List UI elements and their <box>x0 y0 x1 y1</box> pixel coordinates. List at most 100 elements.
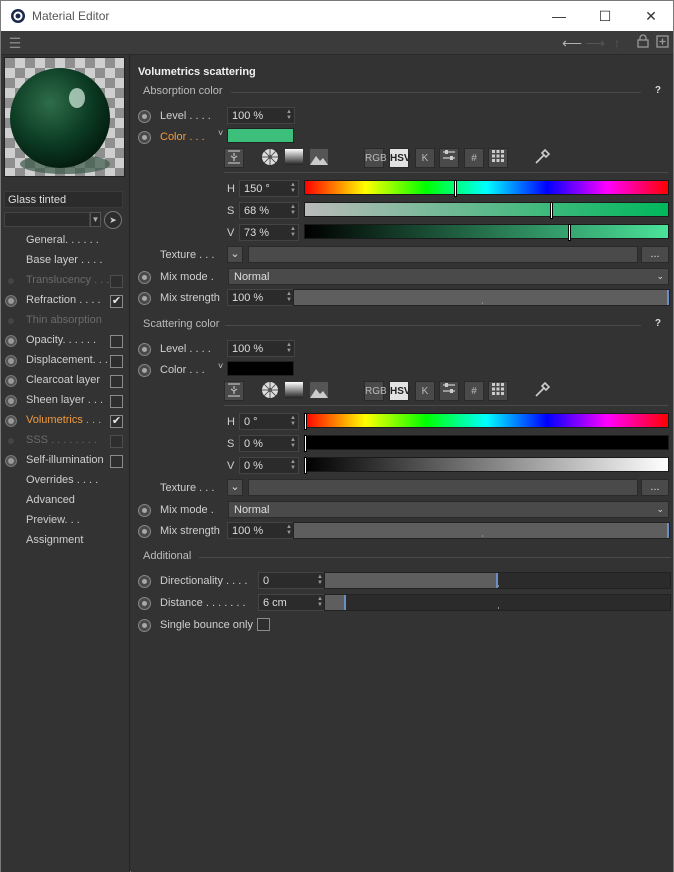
mix-mode-dropdown[interactable]: Normal ⌄ <box>228 501 669 518</box>
texture-field[interactable] <box>248 479 638 496</box>
sidebar-item[interactable]: Opacity. . . . . . <box>1 331 129 351</box>
slider-handle[interactable] <box>667 523 669 538</box>
animate-radio[interactable] <box>138 364 151 377</box>
animate-radio[interactable] <box>138 131 151 144</box>
channel-radio[interactable] <box>5 355 17 367</box>
sidebar-item[interactable]: SSS . . . . . . . . <box>1 431 129 451</box>
chevron-down-icon[interactable]: ▼ <box>90 212 101 227</box>
color-swatch[interactable] <box>227 361 294 376</box>
image-icon[interactable] <box>309 381 329 401</box>
channel-checkbox[interactable] <box>110 375 123 388</box>
close-button[interactable]: ✕ <box>628 1 674 31</box>
distance-slider[interactable] <box>324 594 671 611</box>
hex-mode-icon[interactable]: # <box>464 148 484 168</box>
channel-checkbox[interactable]: ✔ <box>110 295 123 308</box>
back-arrow-icon[interactable]: ⟵ <box>562 34 582 52</box>
chevron-down-icon[interactable]: ⌄ <box>227 479 243 496</box>
mix-strength-slider[interactable] <box>293 289 670 306</box>
mix-strength-field[interactable]: 100 % ▲ ▼ <box>227 289 295 306</box>
animate-radio[interactable] <box>138 271 151 284</box>
channel-radio[interactable] <box>5 335 17 347</box>
eyedropper-icon[interactable] <box>532 148 552 168</box>
value-slider[interactable] <box>304 457 669 474</box>
sidebar-item[interactable]: General. . . . . . <box>1 231 129 251</box>
channel-checkbox[interactable] <box>110 275 123 288</box>
sidebar-item[interactable]: Overrides . . . . <box>1 471 129 491</box>
new-window-icon[interactable] <box>653 34 671 52</box>
level-field[interactable]: 100 % ▲ ▼ <box>227 340 295 357</box>
rgb-mode-icon[interactable]: RGB <box>364 381 387 401</box>
hsv-mode-icon[interactable]: HSV <box>389 381 411 401</box>
sidebar-item[interactable]: Displacement. . . <box>1 351 129 371</box>
distance-field[interactable]: 6 cm ▲ ▼ <box>258 594 326 611</box>
hsv-mode-icon[interactable]: HSV <box>389 148 411 168</box>
channel-checkbox[interactable] <box>110 335 123 348</box>
swatches-grid-icon[interactable] <box>488 148 508 168</box>
up-arrow-icon[interactable]: ↑ <box>608 34 626 52</box>
channel-checkbox[interactable] <box>110 435 123 448</box>
hue-field[interactable]: 0 ° ▲ ▼ <box>239 413 299 430</box>
pointer-icon[interactable]: ➤ <box>104 211 122 229</box>
hue-slider[interactable] <box>304 413 669 430</box>
animate-radio[interactable] <box>138 343 151 356</box>
mixer-icon[interactable] <box>439 148 459 168</box>
channel-radio[interactable] <box>5 415 17 427</box>
hue-slider[interactable] <box>304 180 669 197</box>
channel-radio[interactable] <box>5 395 17 407</box>
sidebar-item[interactable]: Assignment <box>1 531 129 551</box>
hue-field[interactable]: 150 ° ▲ ▼ <box>239 180 299 197</box>
swatches-grid-icon[interactable] <box>488 381 508 401</box>
material-preview[interactable] <box>4 57 125 177</box>
material-name-field[interactable]: Glass tinted <box>4 191 123 208</box>
chevron-down-icon[interactable]: ⌄ <box>227 246 243 263</box>
color-swatch[interactable] <box>227 128 294 143</box>
single-bounce-checkbox[interactable] <box>257 618 270 631</box>
channel-radio[interactable] <box>5 375 17 387</box>
chevron-down-icon[interactable]: ˅ <box>218 128 223 138</box>
animate-radio[interactable] <box>138 575 151 588</box>
saturation-slider[interactable] <box>304 435 669 452</box>
animate-radio[interactable] <box>138 292 151 305</box>
sidebar-item[interactable]: Sheen layer . . . <box>1 391 129 411</box>
kelvin-mode-icon[interactable]: K <box>415 381 435 401</box>
value-field[interactable]: 73 % ▲ ▼ <box>239 224 299 241</box>
saturation-field[interactable]: 0 % ▲ ▼ <box>239 435 299 452</box>
sidebar-item[interactable]: Translucency . . . <box>1 271 129 291</box>
channel-checkbox[interactable] <box>110 395 123 408</box>
mix-strength-field[interactable]: 100 % ▲ ▼ <box>227 522 295 539</box>
saturation-field[interactable]: 68 % ▲ ▼ <box>239 202 299 219</box>
sidebar-item[interactable]: Self-illumination <box>1 451 129 471</box>
chevron-down-icon[interactable]: ˅ <box>218 361 223 371</box>
spectrum-icon[interactable] <box>284 148 304 168</box>
slider-handle[interactable] <box>567 224 571 241</box>
more-button[interactable]: ... <box>641 479 669 496</box>
texture-field[interactable] <box>248 246 638 263</box>
hex-mode-icon[interactable]: # <box>464 381 484 401</box>
slider-handle[interactable] <box>343 595 346 610</box>
slider-handle[interactable] <box>495 573 498 588</box>
rgb-mode-icon[interactable]: RGB <box>364 148 387 168</box>
minimize-button[interactable]: — <box>536 1 582 31</box>
mixer-icon[interactable] <box>439 381 459 401</box>
help-icon[interactable]: ? <box>655 318 661 329</box>
sidebar-item[interactable]: Thin absorption <box>1 311 129 331</box>
mix-strength-slider[interactable] <box>293 522 670 539</box>
channel-radio[interactable] <box>5 455 17 467</box>
color-wheel-mode-icon[interactable] <box>224 148 244 168</box>
animate-radio[interactable] <box>138 619 151 632</box>
slider-handle[interactable] <box>667 290 669 305</box>
kelvin-mode-icon[interactable]: K <box>415 148 435 168</box>
color-wheel-icon[interactable] <box>260 148 280 168</box>
more-button[interactable]: ... <box>641 246 669 263</box>
level-field[interactable]: 100 % ▲ ▼ <box>227 107 295 124</box>
channel-checkbox[interactable] <box>110 355 123 368</box>
spectrum-icon[interactable] <box>284 381 304 401</box>
channel-checkbox[interactable] <box>110 455 123 468</box>
sidebar-item[interactable]: Base layer . . . . <box>1 251 129 271</box>
animate-radio[interactable] <box>138 110 151 123</box>
lock-icon[interactable] <box>634 34 652 52</box>
saturation-slider[interactable] <box>304 202 669 219</box>
slider-handle[interactable] <box>549 202 553 219</box>
animate-radio[interactable] <box>138 525 151 538</box>
sidebar-item[interactable]: Volumetrics . . . ✔ <box>1 411 129 431</box>
